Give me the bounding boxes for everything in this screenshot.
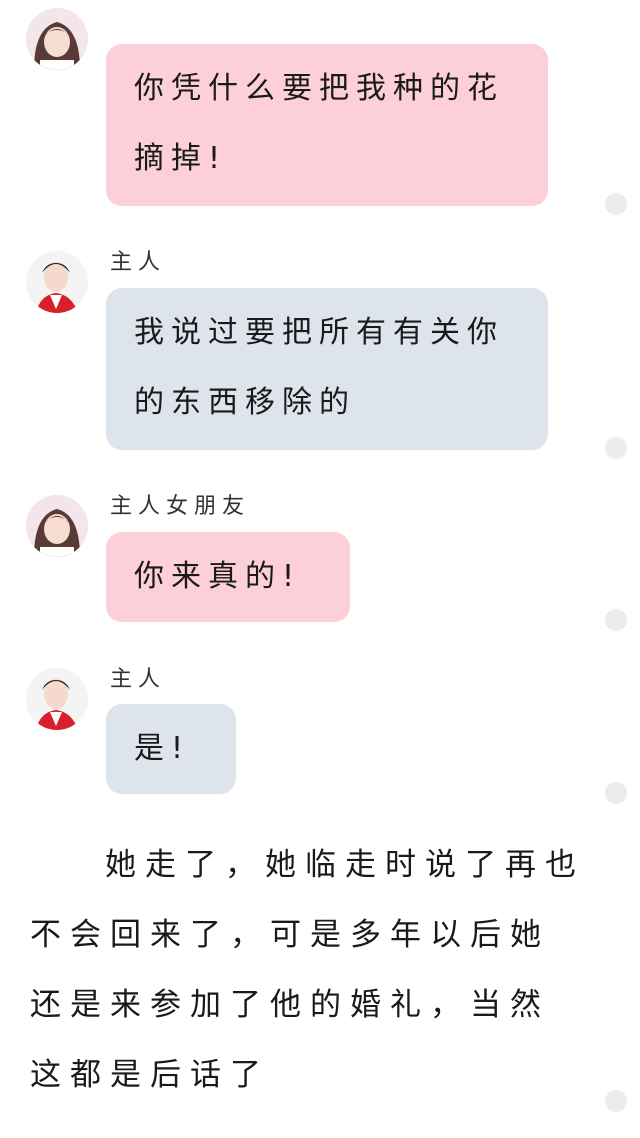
sender-name: 主人 bbox=[110, 250, 167, 275]
avatar-girlfriend[interactable] bbox=[26, 8, 88, 70]
message-bubble-2: 我说过要把所有有关你的东西移除的 bbox=[106, 288, 548, 450]
message-status-dot-3 bbox=[605, 609, 627, 631]
message-bubble-4: 是! bbox=[106, 704, 236, 794]
girlfriend-avatar-icon bbox=[26, 8, 88, 70]
message-status-dot-1 bbox=[605, 193, 627, 215]
message-status-dot-5 bbox=[605, 1090, 627, 1112]
master-avatar-icon bbox=[26, 668, 88, 730]
avatar-girlfriend[interactable] bbox=[26, 495, 88, 557]
message-status-dot-2 bbox=[605, 437, 627, 459]
sender-name: 主人女朋友 bbox=[110, 494, 251, 519]
narration-text: 她走了，她临走时说了再也不会回来了，可是多年以后她还是来参加了他的婚礼，当然这都… bbox=[30, 847, 585, 1093]
girlfriend-avatar-icon bbox=[26, 495, 88, 557]
avatar-master[interactable] bbox=[26, 668, 88, 730]
avatar-master[interactable] bbox=[26, 251, 88, 313]
message-bubble-3: 你来真的! bbox=[106, 532, 350, 622]
message-status-dot-4 bbox=[605, 782, 627, 804]
message-bubble-1: 你凭什么要把我种的花摘掉! bbox=[106, 44, 548, 206]
sender-name: 主人 bbox=[110, 667, 167, 692]
master-avatar-icon bbox=[26, 251, 88, 313]
